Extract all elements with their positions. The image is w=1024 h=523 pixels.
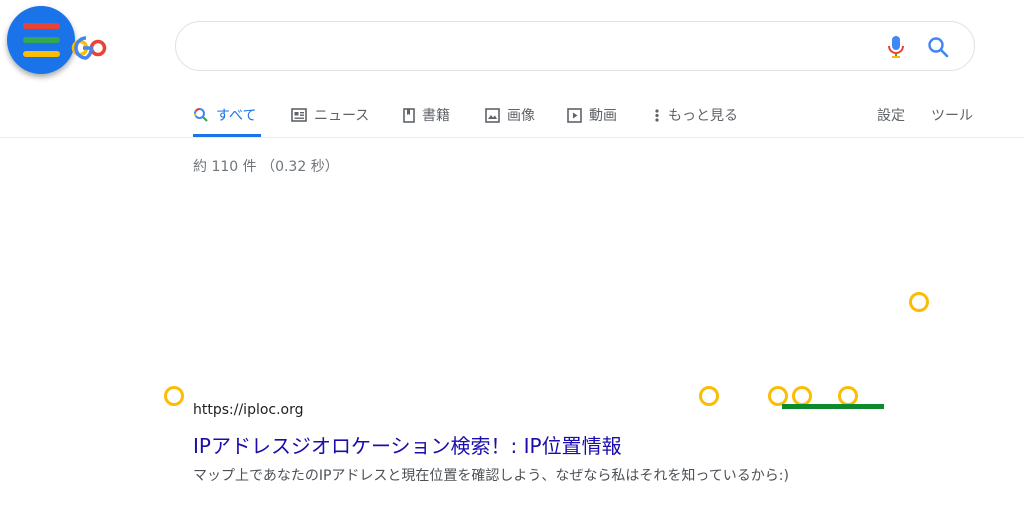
tab-label: ニュース — [314, 108, 370, 124]
tab-label: もっと見る — [668, 108, 738, 124]
image-icon — [485, 107, 500, 123]
tab-all[interactable]: すべて — [193, 104, 256, 126]
settings-link[interactable]: 設定 — [877, 104, 905, 126]
video-icon — [567, 107, 582, 123]
menu-bar-green — [23, 37, 60, 43]
tab-label: 書籍 — [422, 108, 450, 124]
tab-videos[interactable]: 動画 — [567, 104, 617, 126]
tools-label: ツール — [931, 108, 973, 124]
logo-graphic — [71, 36, 107, 60]
search-icon — [194, 108, 208, 122]
header-divider — [0, 137, 1024, 138]
news-icon — [291, 108, 307, 122]
yellow-ring — [699, 386, 719, 406]
tools-link[interactable]: ツール — [931, 104, 973, 126]
result-title[interactable]: IPアドレスジオロケーション検索！: IP位置情報 — [193, 430, 622, 459]
search-box[interactable] — [175, 21, 975, 71]
more-vert-icon — [655, 108, 659, 122]
tab-label: 動画 — [589, 108, 617, 124]
tab-more[interactable]: もっと見る — [653, 104, 738, 126]
settings-label: 設定 — [877, 108, 905, 124]
search-input[interactable] — [198, 34, 882, 60]
menu-bar-red — [23, 23, 60, 29]
tab-news[interactable]: ニュース — [291, 104, 369, 126]
tab-label: 画像 — [507, 108, 535, 124]
green-underline — [782, 404, 884, 409]
search-icon[interactable] — [926, 35, 950, 59]
tab-images[interactable]: 画像 — [485, 104, 535, 126]
yellow-ring — [792, 386, 812, 406]
yellow-ring — [768, 386, 788, 406]
result-url[interactable]: https://iploc.org — [193, 402, 304, 418]
result-stats: 約 110 件 （0.32 秒） — [193, 159, 339, 175]
yellow-ring — [164, 386, 184, 406]
mic-icon[interactable] — [886, 35, 906, 59]
google-logo[interactable] — [62, 24, 152, 64]
tab-label: すべて — [216, 108, 257, 124]
yellow-ring — [909, 292, 929, 312]
yellow-ring — [838, 386, 858, 406]
result-snippet: マップ上であなたのIPアドレスと現在位置を確認しよう、なぜなら私はそれを知ってい… — [193, 468, 789, 484]
book-icon — [403, 107, 415, 123]
menu-bar-yellow — [23, 51, 60, 57]
tab-books[interactable]: 書籍 — [403, 104, 450, 126]
